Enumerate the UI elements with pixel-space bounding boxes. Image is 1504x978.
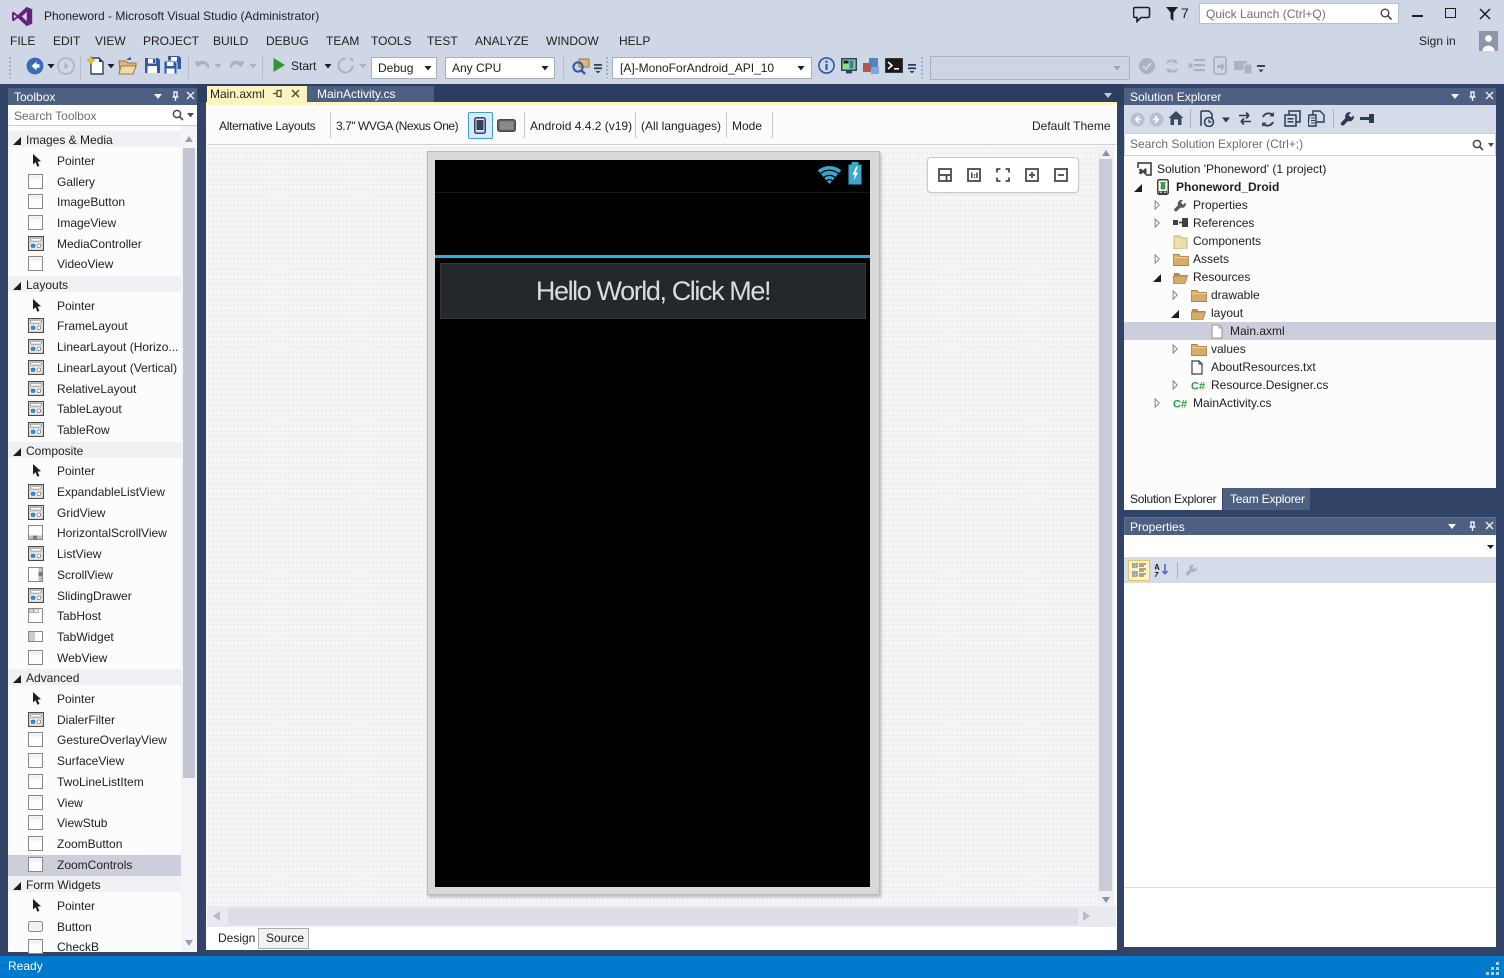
svg-text:C#: C# bbox=[1191, 381, 1205, 392]
svg-text:Z: Z bbox=[1155, 571, 1159, 577]
svg-text:C#: C# bbox=[1173, 399, 1187, 410]
